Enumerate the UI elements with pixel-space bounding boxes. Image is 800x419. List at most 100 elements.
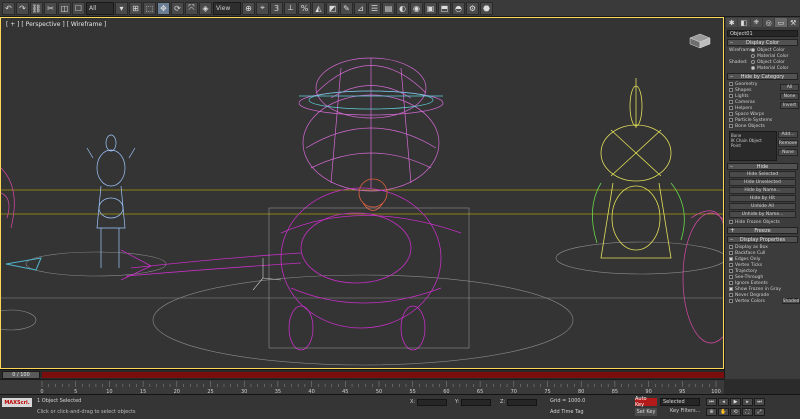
panel-tab-icon[interactable]: ◧ <box>738 18 750 27</box>
display-property-checkbox[interactable] <box>729 281 733 285</box>
filter-list-item[interactable]: Point <box>731 143 775 148</box>
category-checkbox[interactable] <box>729 118 733 122</box>
category-checkbox[interactable] <box>729 112 733 116</box>
panel-tab-icon[interactable]: ⎈ <box>750 18 762 27</box>
shaded-material-color-radio[interactable] <box>751 66 755 70</box>
category-filter-list[interactable]: Bone IK Chain Object Point <box>729 131 777 161</box>
toolbar-button-icon[interactable]: ⛓ <box>30 1 43 15</box>
time-slider-track[interactable] <box>42 372 724 378</box>
hide-frozen-checkbox[interactable] <box>729 220 733 224</box>
time-slider[interactable]: 0 / 100 <box>0 369 724 379</box>
toolbar-button-icon[interactable]: ✂ <box>44 1 57 15</box>
panel-tab-icon[interactable]: ▭ <box>775 18 787 27</box>
rollout-hide[interactable]: – Hide <box>727 163 798 170</box>
display-property-checkbox[interactable] <box>729 287 733 291</box>
hide-action-button[interactable]: Hide by Hit <box>729 195 796 202</box>
category-checkbox[interactable] <box>729 82 733 86</box>
filter-none-button[interactable]: None <box>778 149 798 156</box>
wireframe-object-color-radio[interactable] <box>751 48 755 52</box>
display-property-checkbox[interactable] <box>729 275 733 279</box>
toolbar-button-icon[interactable]: % <box>298 1 311 15</box>
toolbar-button-icon[interactable]: ◉ <box>410 1 423 15</box>
toolbar-button-icon[interactable]: ⬒ <box>438 1 451 15</box>
time-slider-thumb[interactable]: 0 / 100 <box>2 371 40 379</box>
toolbar-button-icon[interactable]: ◩ <box>326 1 339 15</box>
track-bar[interactable]: 0 5 10 15 20 25 30 35 40 45 50 55 60 65 70 75 80 85 90 95 10… <box>0 379 724 395</box>
playback-button-icon[interactable]: ⏭ <box>754 398 765 406</box>
panel-tab-icon[interactable]: ⚒ <box>787 18 799 27</box>
shaded-button[interactable]: Shaded <box>782 298 800 304</box>
display-property-checkbox[interactable] <box>729 269 733 273</box>
toolbar-button-icon[interactable]: ⤧ <box>185 1 198 15</box>
shaded-object-color-radio[interactable] <box>751 60 755 64</box>
playback-button-icon[interactable]: ⏮ <box>706 398 717 406</box>
display-property-checkbox[interactable] <box>729 293 733 297</box>
viewport-nav-icon[interactable]: ⊕ <box>706 408 717 416</box>
filter-remove-button[interactable]: Remove <box>778 140 798 147</box>
category-checkbox[interactable] <box>729 94 733 98</box>
panel-tab-icon[interactable]: ◎ <box>762 18 775 27</box>
add-time-tag[interactable]: Add Time Tag <box>550 409 584 415</box>
toolbar-button-icon[interactable]: ⌖ <box>256 1 269 15</box>
category-checkbox[interactable] <box>729 106 733 110</box>
playback-button-icon[interactable]: ▸ <box>742 398 753 406</box>
maxscript-listener[interactable]: MAXScri. <box>2 398 32 407</box>
toolbar-button-icon[interactable]: ✥ <box>157 1 170 15</box>
display-property-checkbox[interactable] <box>729 257 733 261</box>
coord-y-field[interactable] <box>461 398 492 406</box>
toolbar-button-icon[interactable]: ◐ <box>396 1 409 15</box>
toolbar-button-icon[interactable]: ⬚ <box>143 1 156 15</box>
toolbar-button-icon[interactable]: ⬣ <box>480 1 493 15</box>
toolbar-button-icon[interactable]: ☰ <box>368 1 381 15</box>
rollout-display-color[interactable]: – Display Color <box>727 39 798 46</box>
hide-action-button[interactable]: Hide Selected <box>729 171 796 178</box>
toolbar-button-icon[interactable]: ☐ <box>72 1 85 15</box>
viewport-nav-icon[interactable]: ⛶ <box>742 408 753 416</box>
toolbar-button-icon[interactable]: ⊿ <box>354 1 367 15</box>
toolbar-button-icon[interactable]: ◓ <box>452 1 465 15</box>
auto-key-button[interactable]: Auto Key <box>635 396 657 408</box>
hide-action-button[interactable]: Hide Unselected <box>729 179 796 186</box>
viewport-nav-icon[interactable]: ⤢ <box>754 408 765 416</box>
key-selection-dropdown[interactable]: Selected <box>660 398 700 406</box>
viewport-label[interactable]: [ + ] [ Perspective ] [ Wireframe ] <box>6 21 106 28</box>
rollout-hide-by-category[interactable]: – Hide by Category <box>727 73 798 80</box>
toolbar-button-icon[interactable]: ⊕ <box>242 1 255 15</box>
coord-z-field[interactable] <box>507 398 538 406</box>
display-property-checkbox[interactable] <box>729 245 733 249</box>
category-checkbox[interactable] <box>729 124 733 128</box>
toolbar-button-icon[interactable]: ▣ <box>424 1 437 15</box>
toolbar-button-icon[interactable]: ▾ <box>115 1 128 15</box>
hide-action-button[interactable]: Unhide All <box>729 203 796 210</box>
viewport-nav-icon[interactable]: ✋ <box>718 408 729 416</box>
category-checkbox[interactable] <box>729 100 733 104</box>
hide-action-button[interactable]: Hide by Name... <box>729 187 796 194</box>
selection-filter-dropdown[interactable]: All <box>86 1 114 15</box>
toolbar-button-icon[interactable]: ⊞ <box>129 1 142 15</box>
toolbar-button-icon[interactable]: ↶ <box>2 1 15 15</box>
panel-tab-icon[interactable]: ✱ <box>726 18 738 27</box>
toolbar-button-icon[interactable]: 3 <box>270 1 283 15</box>
reference-coordinate-dropdown[interactable]: View <box>213 1 241 15</box>
object-name-field[interactable]: Object01 <box>727 30 798 37</box>
rollout-freeze[interactable]: + Freeze <box>727 227 798 234</box>
key-filters-button[interactable]: Key Filters... <box>670 408 700 414</box>
viewport-nav-icon[interactable]: ⟲ <box>730 408 741 416</box>
viewcube-icon[interactable] <box>687 32 713 50</box>
toolbar-button-icon[interactable]: ▤ <box>382 1 395 15</box>
hide-all-button[interactable]: All <box>780 84 799 91</box>
toolbar-button-icon[interactable]: ◫ <box>58 1 71 15</box>
playback-button-icon[interactable]: ▶ <box>730 398 741 406</box>
rollout-display-properties[interactable]: – Display Properties <box>727 236 798 243</box>
category-checkbox[interactable] <box>729 88 733 92</box>
toolbar-button-icon[interactable]: ⟳ <box>171 1 184 15</box>
toolbar-button-icon[interactable]: ↷ <box>16 1 29 15</box>
playback-button-icon[interactable]: ◂ <box>718 398 729 406</box>
filter-add-button[interactable]: Add... <box>778 131 798 138</box>
perspective-viewport[interactable]: [ + ] [ Perspective ] [ Wireframe ] <box>0 17 724 369</box>
hide-action-button[interactable]: Unhide by Name... <box>729 211 796 218</box>
toolbar-button-icon[interactable]: ◭ <box>312 1 325 15</box>
toolbar-button-icon[interactable]: ◈ <box>199 1 212 15</box>
coord-x-field[interactable] <box>417 398 448 406</box>
set-key-button[interactable]: Set Key <box>635 408 657 416</box>
